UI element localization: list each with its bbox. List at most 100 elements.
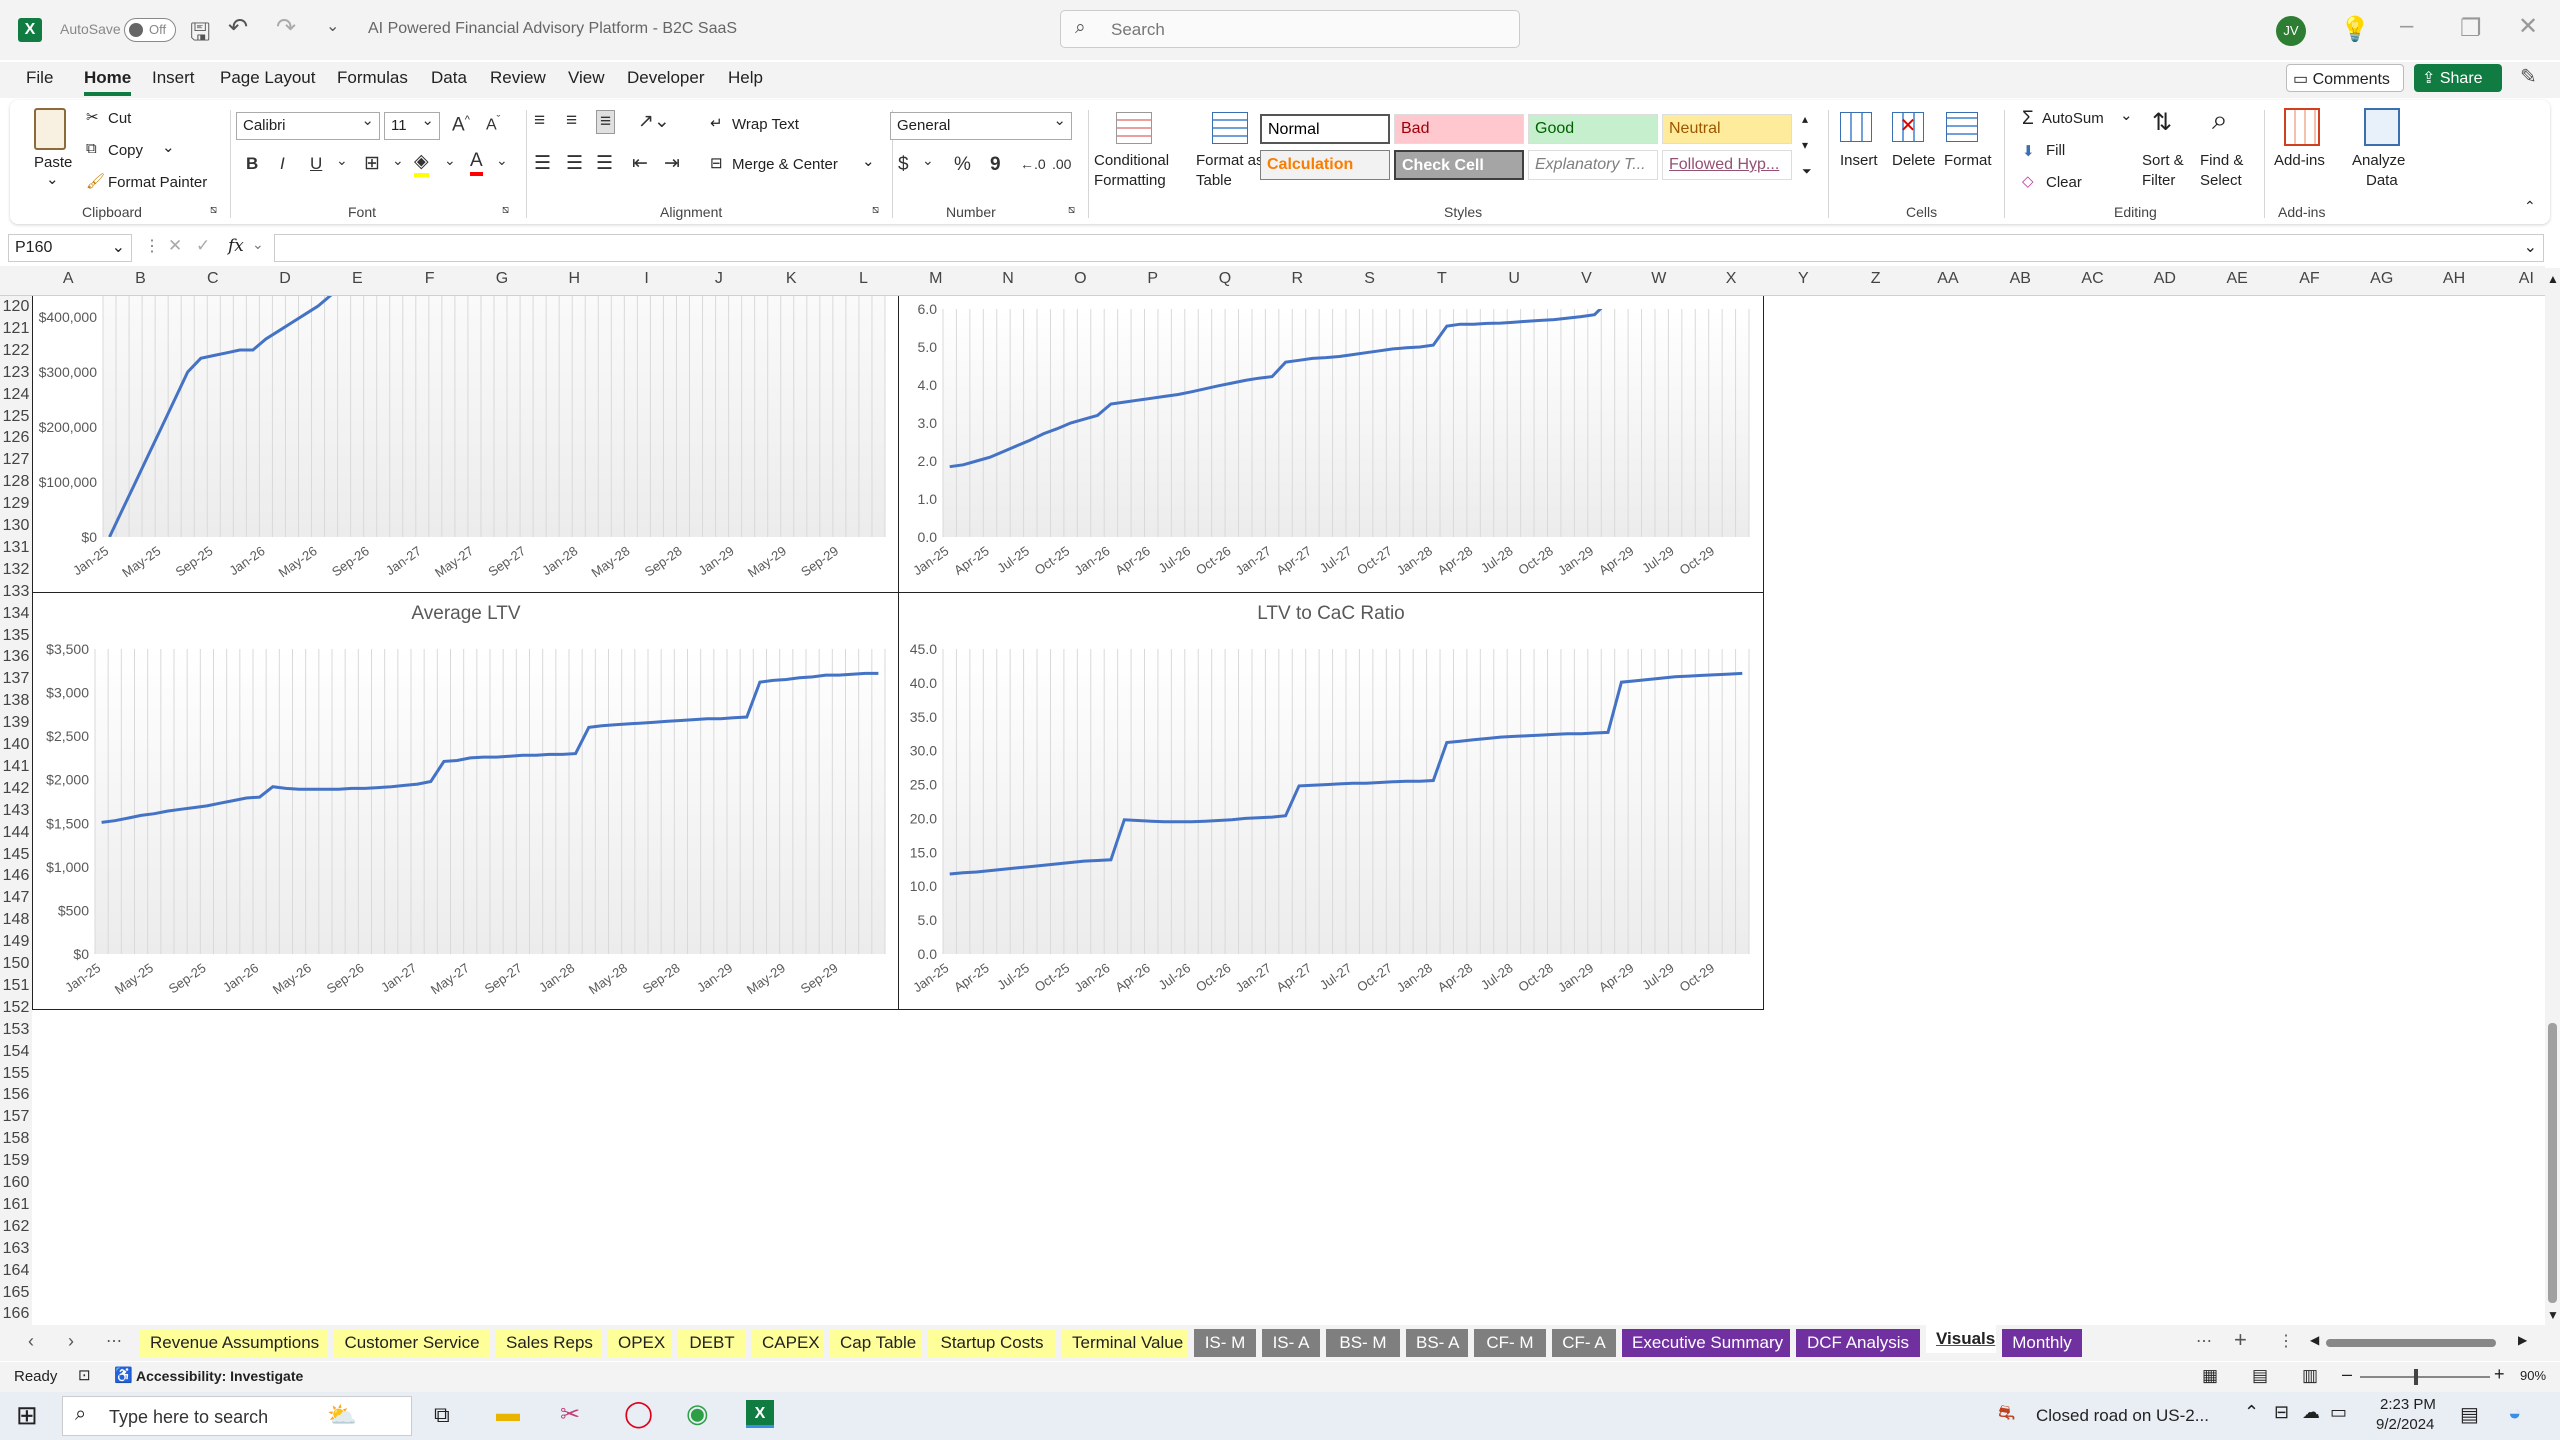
number-launcher-icon[interactable]: ⧅ bbox=[1068, 204, 1075, 217]
menu-file[interactable]: File bbox=[26, 68, 53, 88]
sheet-tab[interactable]: CF- M bbox=[1474, 1329, 1546, 1357]
zoom-slider[interactable] bbox=[2360, 1369, 2490, 1385]
more-icon[interactable]: ⋮ bbox=[144, 236, 160, 256]
sheet-tab[interactable]: IS- A bbox=[1262, 1329, 1320, 1357]
sheet-tab[interactable]: CF- A bbox=[1552, 1329, 1616, 1357]
sheet-tab[interactable]: BS- M bbox=[1326, 1329, 1400, 1357]
row-header[interactable]: 142 bbox=[0, 778, 32, 799]
italic-button[interactable]: I bbox=[280, 154, 285, 174]
hscroll-thumb[interactable] bbox=[2326, 1339, 2496, 1347]
sheet-tab[interactable]: Visuals bbox=[1926, 1325, 1996, 1353]
borders-dropdown-icon[interactable]: ⌄ bbox=[392, 152, 404, 169]
row-header[interactable]: 126 bbox=[0, 427, 32, 448]
column-header[interactable]: H bbox=[538, 270, 610, 288]
row-header[interactable]: 145 bbox=[0, 844, 32, 865]
align-middle-icon[interactable]: ≡ bbox=[566, 110, 577, 132]
sort-filter-icon[interactable]: ⇅ bbox=[2152, 108, 2172, 137]
menu-view[interactable]: View bbox=[568, 68, 605, 88]
row-header[interactable]: 131 bbox=[0, 537, 32, 558]
clear-icon[interactable]: ◇ bbox=[2022, 172, 2034, 190]
menu-developer[interactable]: Developer bbox=[627, 68, 705, 88]
wrap-text-button[interactable]: Wrap Text bbox=[732, 116, 799, 133]
column-header[interactable]: E bbox=[321, 270, 393, 288]
row-header[interactable]: 135 bbox=[0, 625, 32, 646]
decrease-font-icon[interactable]: Aˇ bbox=[486, 114, 500, 134]
horizontal-scrollbar[interactable]: ◀ ▶ bbox=[2310, 1333, 2530, 1349]
zoom-thumb[interactable] bbox=[2414, 1369, 2418, 1385]
format-cells-icon[interactable] bbox=[1946, 112, 1978, 142]
row-header[interactable]: 163 bbox=[0, 1238, 32, 1259]
clipboard-launcher-icon[interactable]: ⧅ bbox=[210, 204, 217, 217]
row-header[interactable]: 137 bbox=[0, 668, 32, 689]
decrease-indent-icon[interactable]: ⇤ bbox=[632, 152, 648, 175]
row-header[interactable]: 154 bbox=[0, 1041, 32, 1062]
row-header[interactable]: 144 bbox=[0, 822, 32, 843]
fill-icon[interactable]: ⬇ bbox=[2022, 142, 2035, 160]
menu-data[interactable]: Data bbox=[431, 68, 467, 88]
copy-button[interactable]: Copy bbox=[108, 142, 143, 159]
alignment-launcher-icon[interactable]: ⧅ bbox=[872, 204, 879, 217]
page-layout-view-icon[interactable]: ▤ bbox=[2252, 1366, 2268, 1386]
chart-cumulative-revenue[interactable]: $600,000$500,000$400,000$300,000$200,000… bbox=[32, 266, 900, 593]
row-header[interactable]: 159 bbox=[0, 1150, 32, 1171]
row-header[interactable]: 128 bbox=[0, 471, 32, 492]
column-header[interactable]: I bbox=[610, 270, 682, 288]
format-painter-button[interactable]: Format Painter bbox=[108, 174, 207, 191]
row-header[interactable]: 158 bbox=[0, 1128, 32, 1149]
column-header[interactable]: D bbox=[249, 270, 321, 288]
styles-scroll-down-icon[interactable]: ▾ bbox=[1802, 138, 1808, 152]
copy-dropdown-icon[interactable]: ⌄ bbox=[162, 138, 175, 156]
enter-icon[interactable]: ✓ bbox=[196, 236, 210, 256]
scroll-up-icon[interactable]: ▲ bbox=[2547, 272, 2559, 286]
normal-view-icon[interactable]: ▦ bbox=[2202, 1366, 2218, 1386]
tray-chevron-icon[interactable]: ⌃ bbox=[2244, 1402, 2259, 1423]
sheet-tab[interactable]: DCF Analysis bbox=[1796, 1329, 1920, 1357]
autosum-icon[interactable]: Σ bbox=[2022, 108, 2034, 130]
currency-dropdown-icon[interactable]: ⌄ bbox=[922, 152, 934, 169]
lightbulb-icon[interactable]: 💡 bbox=[2340, 15, 2370, 44]
fill-color-dropdown-icon[interactable]: ⌄ bbox=[444, 152, 456, 169]
analyze-data-icon[interactable] bbox=[2364, 108, 2400, 146]
name-box[interactable]: P160 ⌄ bbox=[8, 234, 132, 262]
tab-options-icon[interactable]: ⋮ bbox=[2278, 1331, 2294, 1351]
sheet-tab[interactable]: Monthly bbox=[2002, 1329, 2082, 1357]
cell-style-option[interactable]: Calculation bbox=[1260, 150, 1390, 180]
windows-start-icon[interactable]: ⊞ bbox=[16, 1400, 38, 1431]
font-color-icon[interactable]: A bbox=[470, 150, 483, 176]
opera-icon[interactable]: ◯ bbox=[624, 1398, 653, 1429]
close-icon[interactable]: ✕ bbox=[2518, 12, 2538, 41]
copilot-icon[interactable]: ◒ bbox=[2508, 1400, 2521, 1426]
menu-page-layout[interactable]: Page Layout bbox=[220, 68, 315, 88]
analyze-data-button[interactable]: Analyze bbox=[2352, 152, 2405, 169]
row-header[interactable]: 148 bbox=[0, 909, 32, 930]
analyze-data-label2[interactable]: Data bbox=[2366, 172, 2398, 189]
column-header[interactable]: AA bbox=[1912, 270, 1984, 288]
format-as-table-button[interactable]: Format as bbox=[1196, 152, 1264, 169]
menu-insert[interactable]: Insert bbox=[152, 68, 195, 88]
cell-style-option[interactable]: Explanatory T... bbox=[1528, 150, 1658, 180]
column-header[interactable]: P bbox=[1117, 270, 1189, 288]
clear-button[interactable]: Clear bbox=[2046, 174, 2082, 191]
align-center-icon[interactable]: ☰ bbox=[566, 152, 583, 175]
column-header[interactable]: J bbox=[683, 270, 755, 288]
snipping-tool-icon[interactable]: ✂ bbox=[560, 1400, 580, 1429]
autosum-button[interactable]: AutoSum bbox=[2042, 110, 2104, 127]
hscroll-right-icon[interactable]: ▶ bbox=[2518, 1333, 2527, 1347]
borders-icon[interactable]: ⊞ bbox=[364, 152, 380, 175]
column-header[interactable]: K bbox=[755, 270, 827, 288]
column-header[interactable]: N bbox=[972, 270, 1044, 288]
cell-style-option[interactable]: Good bbox=[1528, 114, 1658, 144]
zoom-level[interactable]: 90% bbox=[2520, 1368, 2546, 1383]
row-header[interactable]: 164 bbox=[0, 1260, 32, 1281]
row-header[interactable]: 149 bbox=[0, 931, 32, 952]
tray-icon-1[interactable]: ⊟ bbox=[2274, 1402, 2289, 1423]
format-painter-icon[interactable]: 🖌 bbox=[86, 172, 105, 190]
task-view-icon[interactable]: ⧉ bbox=[434, 1402, 450, 1428]
column-header[interactable]: S bbox=[1333, 270, 1405, 288]
column-header[interactable]: G bbox=[466, 270, 538, 288]
zoom-out-icon[interactable]: – bbox=[2342, 1364, 2352, 1385]
row-header[interactable]: 162 bbox=[0, 1216, 32, 1237]
row-header[interactable]: 140 bbox=[0, 734, 32, 755]
sheet-tab[interactable]: IS- M bbox=[1194, 1329, 1256, 1357]
tab-scroll-left-icon[interactable]: ‹ bbox=[28, 1331, 34, 1352]
